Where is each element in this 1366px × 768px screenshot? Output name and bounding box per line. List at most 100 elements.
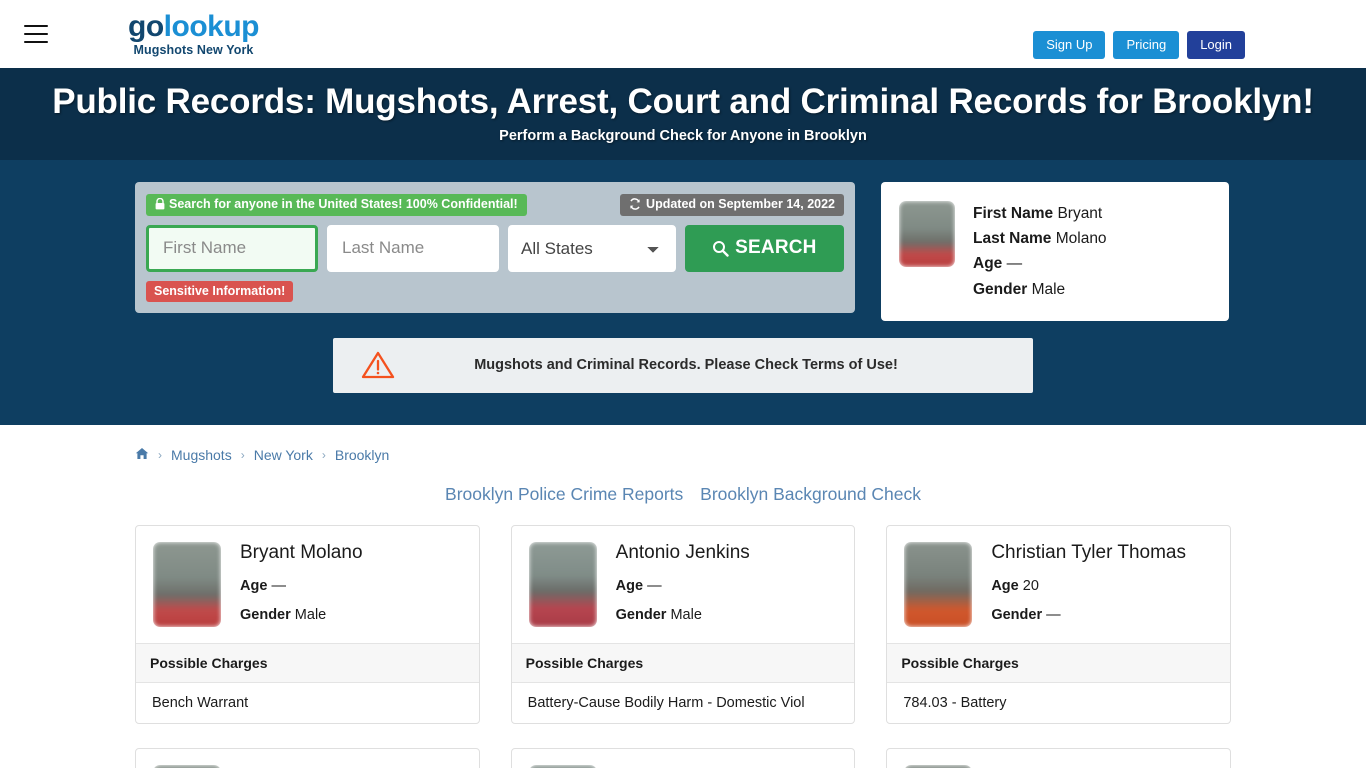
result-card[interactable] — [510, 748, 856, 768]
search-button[interactable]: SEARCH — [684, 224, 844, 272]
result-card-header — [512, 749, 855, 768]
breadcrumb-separator: › — [240, 448, 245, 463]
result-card[interactable] — [886, 748, 1231, 768]
result-card-details: Christian Tyler Thomas Age 20 Gender — — [991, 542, 1186, 627]
gender-value: Male — [294, 607, 327, 624]
home-icon[interactable] — [135, 447, 149, 463]
last-name-label: Last Name — [973, 230, 1052, 248]
last-name-value: Molano — [1055, 230, 1107, 248]
age-row: Age — — [973, 251, 1107, 276]
person-name: Antonio Jenkins — [615, 542, 750, 564]
age-value: — — [271, 578, 286, 595]
mugshot-image — [899, 201, 955, 268]
result-card-header: Christian Tyler Thomas Age 20 Gender — — [887, 526, 1230, 643]
result-card[interactable]: Christian Tyler Thomas Age 20 Gender — P… — [886, 525, 1231, 725]
age-row: Age 20 — [991, 578, 1186, 594]
featured-person-card[interactable]: First Name Bryant Last Name Molano Age —… — [881, 182, 1229, 321]
person-name: Christian Tyler Thomas — [991, 542, 1186, 564]
breadcrumb-item-brooklyn[interactable]: Brooklyn — [335, 447, 389, 463]
result-card-details: Bryant Molano Age — Gender Male — [240, 542, 363, 627]
page-subtitle: Perform a Background Check for Anyone in… — [499, 128, 867, 145]
result-card-header: Antonio Jenkins Age — Gender Male — [512, 526, 855, 643]
pricing-button[interactable]: Pricing — [1113, 31, 1180, 59]
mugshot-image — [528, 542, 597, 628]
top-navigation-bar: go lookup Mugshots New York Sign Up Prici… — [0, 0, 1366, 68]
avatar — [904, 542, 973, 628]
result-card-header — [136, 749, 479, 768]
logo-subtitle: Mugshots New York — [133, 43, 254, 58]
possible-charges-header: Possible Charges — [136, 643, 479, 684]
first-name-row: First Name Bryant — [973, 201, 1107, 226]
terms-banner: Mugshots and Criminal Records. Please Ch… — [333, 337, 1033, 393]
sensitive-information-badge: Sensitive Information! — [146, 280, 294, 303]
mugshot-image — [904, 542, 973, 628]
age-value: — — [647, 578, 662, 595]
age-label: Age — [240, 578, 268, 595]
result-card[interactable]: Antonio Jenkins Age — Gender Male Possib… — [510, 525, 856, 725]
breadcrumb-separator: › — [158, 448, 162, 463]
hamburger-icon[interactable] — [24, 25, 48, 43]
possible-charges-header: Possible Charges — [887, 643, 1230, 684]
result-card[interactable]: Bryant Molano Age — Gender Male Possible… — [135, 525, 480, 725]
hero-search-section: Search for anyone in the United States! … — [0, 160, 1366, 426]
gender-label: Gender — [973, 280, 1028, 298]
charge-item: Battery-Cause Bodily Harm - Domestic Vio… — [527, 695, 805, 712]
avatar — [153, 542, 221, 628]
lock-icon — [155, 198, 165, 210]
result-card-header — [887, 749, 1230, 768]
breadcrumb: › Mugshots › New York › Brooklyn — [135, 447, 1231, 463]
mugshot-image — [153, 542, 221, 628]
hamburger-line — [24, 33, 48, 35]
age-label: Age — [615, 578, 644, 595]
featured-person-details: First Name Bryant Last Name Molano Age —… — [973, 201, 1107, 301]
login-button[interactable]: Login — [1187, 31, 1245, 59]
avatar — [528, 542, 597, 628]
page-title: Public Records: Mugshots, Arrest, Court … — [52, 82, 1314, 121]
gender-row: Gender Male — [616, 607, 750, 623]
link-background-check[interactable]: Brooklyn Background Check — [700, 484, 921, 504]
result-card-details: Antonio Jenkins Age — Gender Male — [616, 542, 750, 627]
result-card-header: Bryant Molano Age — Gender Male — [136, 526, 479, 643]
nav-button-group: Sign Up Pricing Login — [1033, 31, 1245, 59]
first-name-input[interactable] — [146, 224, 318, 272]
search-panel: Search for anyone in the United States! … — [135, 182, 855, 314]
age-row: Age — — [616, 578, 750, 594]
refresh-icon — [630, 198, 640, 211]
hamburger-line — [24, 41, 48, 43]
age-value: — — [1006, 255, 1023, 273]
confidential-badge: Search for anyone in the United States! … — [146, 194, 527, 216]
gender-label: Gender — [240, 607, 291, 624]
logo-text-lookup: lookup — [163, 9, 260, 43]
sign-up-button[interactable]: Sign Up — [1033, 31, 1106, 59]
updated-badge-label: Updated on September 14, 2022 — [646, 197, 835, 212]
possible-charges-header: Possible Charges — [511, 643, 855, 684]
age-label: Age — [973, 255, 1003, 273]
gender-row: Gender Male — [973, 277, 1107, 302]
logo-wordmark: go lookup — [128, 11, 259, 43]
search-panel-badges: Search for anyone in the United States! … — [146, 194, 844, 216]
link-police-crime-reports[interactable]: Brooklyn Police Crime Reports — [445, 484, 683, 504]
person-name: Bryant Molano — [240, 542, 363, 564]
gender-value: Male — [1031, 280, 1066, 298]
hamburger-line — [24, 25, 48, 27]
gender-label: Gender — [615, 607, 667, 624]
sub-links: Brooklyn Police Crime Reports Brooklyn B… — [0, 484, 1366, 505]
gender-row: Gender Male — [240, 607, 363, 623]
gender-row: Gender — — [991, 607, 1186, 623]
confidential-badge-label: Search for anyone in the United States! … — [169, 197, 518, 212]
breadcrumb-item-mugshots[interactable]: Mugshots — [171, 447, 232, 463]
gender-label: Gender — [991, 607, 1043, 624]
breadcrumb-item-new-york[interactable]: New York — [254, 447, 313, 463]
updated-badge: Updated on September 14, 2022 — [620, 194, 844, 216]
state-select[interactable]: All States — [508, 224, 676, 272]
age-row: Age — — [240, 578, 363, 594]
charge-item: Bench Warrant — [152, 695, 249, 712]
site-logo[interactable]: go lookup Mugshots New York — [128, 11, 259, 58]
last-name-input[interactable] — [327, 224, 499, 272]
terms-banner-text: Mugshots and Criminal Records. Please Ch… — [474, 357, 898, 374]
avatar — [899, 201, 955, 268]
terms-banner-wrapper: Mugshots and Criminal Records. Please Ch… — [0, 320, 1366, 393]
age-label: Age — [991, 578, 1019, 595]
first-name-value: Bryant — [1057, 205, 1103, 223]
result-card[interactable] — [135, 748, 480, 768]
